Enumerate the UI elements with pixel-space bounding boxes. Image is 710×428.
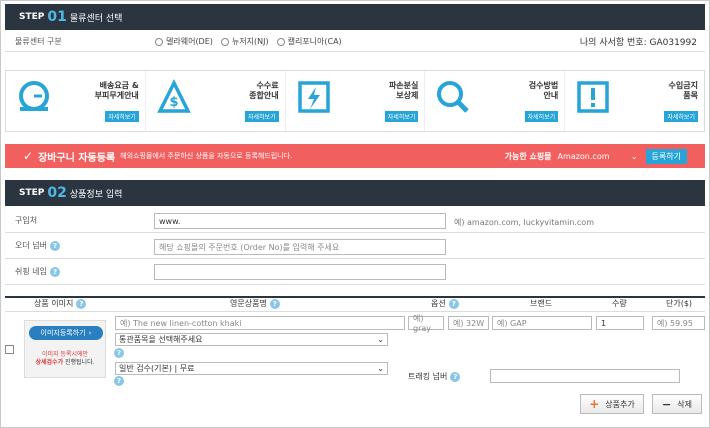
arrow-right-icon: › [88,329,92,337]
radio-ca[interactable]: 캘리포니아(CA) [276,36,342,47]
svg-text:$: $ [169,95,178,110]
radio-circle[interactable] [220,37,229,46]
check-icon: ✓ [23,149,34,163]
ship-label: 쉬핑 네임? [5,266,155,277]
help-icon[interactable]: ? [448,298,459,309]
ship-input[interactable] [154,264,446,280]
image-note: 이미지 등록시에만 상세검수가 진행됩니다. [35,351,95,366]
th-brand: 브랜드 [530,299,553,308]
order-label: 오더 넘버? [5,240,155,251]
inspect-select[interactable]: 일반 검수(기본) | 무료 ⌄ [115,362,388,375]
th-price: 단가($) [666,299,693,308]
step2-label: STEP [19,188,45,198]
magnifier-icon [437,81,470,113]
help-icon[interactable]: ? [49,241,60,251]
th-name: 영문상품명? [230,298,280,309]
chevron-down-icon: ⌄ [377,335,384,344]
info-title: 수수료 종합안내 [249,81,279,100]
plus-icon: + [589,397,600,411]
chevron-down-icon: ⌄ [377,364,384,373]
help-icon[interactable]: ? [450,371,461,382]
detail-button[interactable]: 자세히보기 [384,111,419,122]
help-icon[interactable]: ? [114,348,124,358]
step1-header: STEP 01 물류센터 선택 [5,4,705,30]
cart-desc: 해외쇼핑몰에서 주문하신 상품을 자동으로 등록해드립니다. [120,152,293,160]
delete-button[interactable]: − 삭제 [652,394,702,414]
radio-circle[interactable] [276,37,285,46]
table-top-border [5,296,705,298]
minus-icon: − [662,397,672,411]
info-fee: $ 수수료 종합안내 자세히보기 [146,71,286,131]
info-prohibited: 수입금지 품목 자세히보기 [565,71,704,131]
help-icon[interactable]: ? [76,298,87,309]
order-input[interactable]: 해당 쇼핑몰의 주문번호 (Order No)를 입력해 주세요 [154,239,446,255]
mall-select[interactable]: Amazon.com ⌄ [558,152,638,161]
help-icon[interactable]: ? [114,376,124,386]
detail-button[interactable]: 자세히보기 [244,111,279,122]
info-title: 수입금지 품목 [668,81,698,100]
info-grid: 배송요금 & 부피무게안내 자세히보기 $ 수수료 종합안내 자세히보기 파손분실 보… [5,70,705,132]
help-icon[interactable]: ? [269,298,280,309]
step1-number: 01 [47,9,67,25]
option2-input[interactable]: 예) 32W [448,316,489,330]
radio-nj[interactable]: 뉴저지(NJ) [220,36,269,47]
tracking-label: 트래킹 넘버? [408,371,461,382]
step2-number: 02 [47,185,67,201]
dollar-icon: $ [156,79,191,113]
qty-input[interactable]: 1 [596,316,644,330]
center-label: 물류센터 구분 [15,37,62,46]
customs-select[interactable]: 통관품목을 선택해주세요 ⌄ [115,333,388,346]
store-example: 예) amazon.com, luckyvitamin.com [454,218,594,227]
option1-input[interactable]: 예) gray [408,314,444,333]
info-inspect: 검수방법 안내 자세히보기 [425,71,566,131]
brand-input[interactable]: 예) GAP [492,316,592,330]
broken-icon [297,81,330,113]
info-title: 배송요금 & 부피무게안내 [94,81,139,100]
cart-autoregister-bar: ✓ 장바구니 자동등록 해외쇼핑몰에서 주문하신 상품을 자동으로 등록해드립니… [5,144,705,168]
detail-button[interactable]: 자세히보기 [105,111,139,122]
tracking-input[interactable] [490,369,680,383]
image-register-box: 이미지등록하기 › 이미지 등록시에만 상세검수가 진행됩니다. [24,320,106,378]
detail-button[interactable]: 자세히보기 [664,111,698,122]
step2-title: 상품정보 입력 [69,189,123,200]
th-option: 옵션? [431,298,459,309]
row-checkbox[interactable] [5,345,14,354]
image-register-button[interactable]: 이미지등록하기 › [29,326,103,340]
chevron-down-icon: ⌄ [630,151,638,161]
register-button[interactable]: 등록하기 [645,148,687,164]
info-damage: 파손분실 보상제 자세히보기 [286,71,426,131]
th-image: 상품 이미지? [34,298,87,309]
center-row: 물류센터 구분 델라웨어(DE) 뉴저지(NJ) 캘리포니아(CA) 나의 사서… [5,32,705,52]
mall-label: 가능한 쇼핑몰 [504,151,552,161]
cart-title: 장바구니 자동등록 [38,152,116,164]
store-input[interactable]: www. [154,213,446,229]
detail-button[interactable]: 자세히보기 [524,111,559,122]
product-name-input[interactable]: 예) The new linen-cotton khaki [115,316,405,330]
table-header-divider [5,311,705,312]
scale-icon [19,81,49,111]
warning-icon [577,81,609,113]
radio-de[interactable]: 델라웨어(DE) [155,36,213,47]
step1-title: 물류센터 선택 [69,13,123,24]
help-icon[interactable]: ? [49,267,60,277]
step2-header: STEP 02 상품정보 입력 [5,180,705,206]
radio-circle[interactable] [155,37,163,46]
mailbox: 나의 사서함 번호: GA031992 [579,38,697,48]
store-label: 구입처 [15,215,38,225]
th-qty: 수량 [612,299,627,308]
info-title: 파손분실 보상제 [388,81,419,100]
price-input[interactable]: 예) 59.95 [652,316,705,330]
info-title: 검수방법 안내 [528,81,559,100]
add-product-button[interactable]: + 상품추가 [580,394,644,414]
step1-label: STEP [19,12,45,22]
info-shipping: 배송요금 & 부피무게안내 자세히보기 [6,71,146,131]
